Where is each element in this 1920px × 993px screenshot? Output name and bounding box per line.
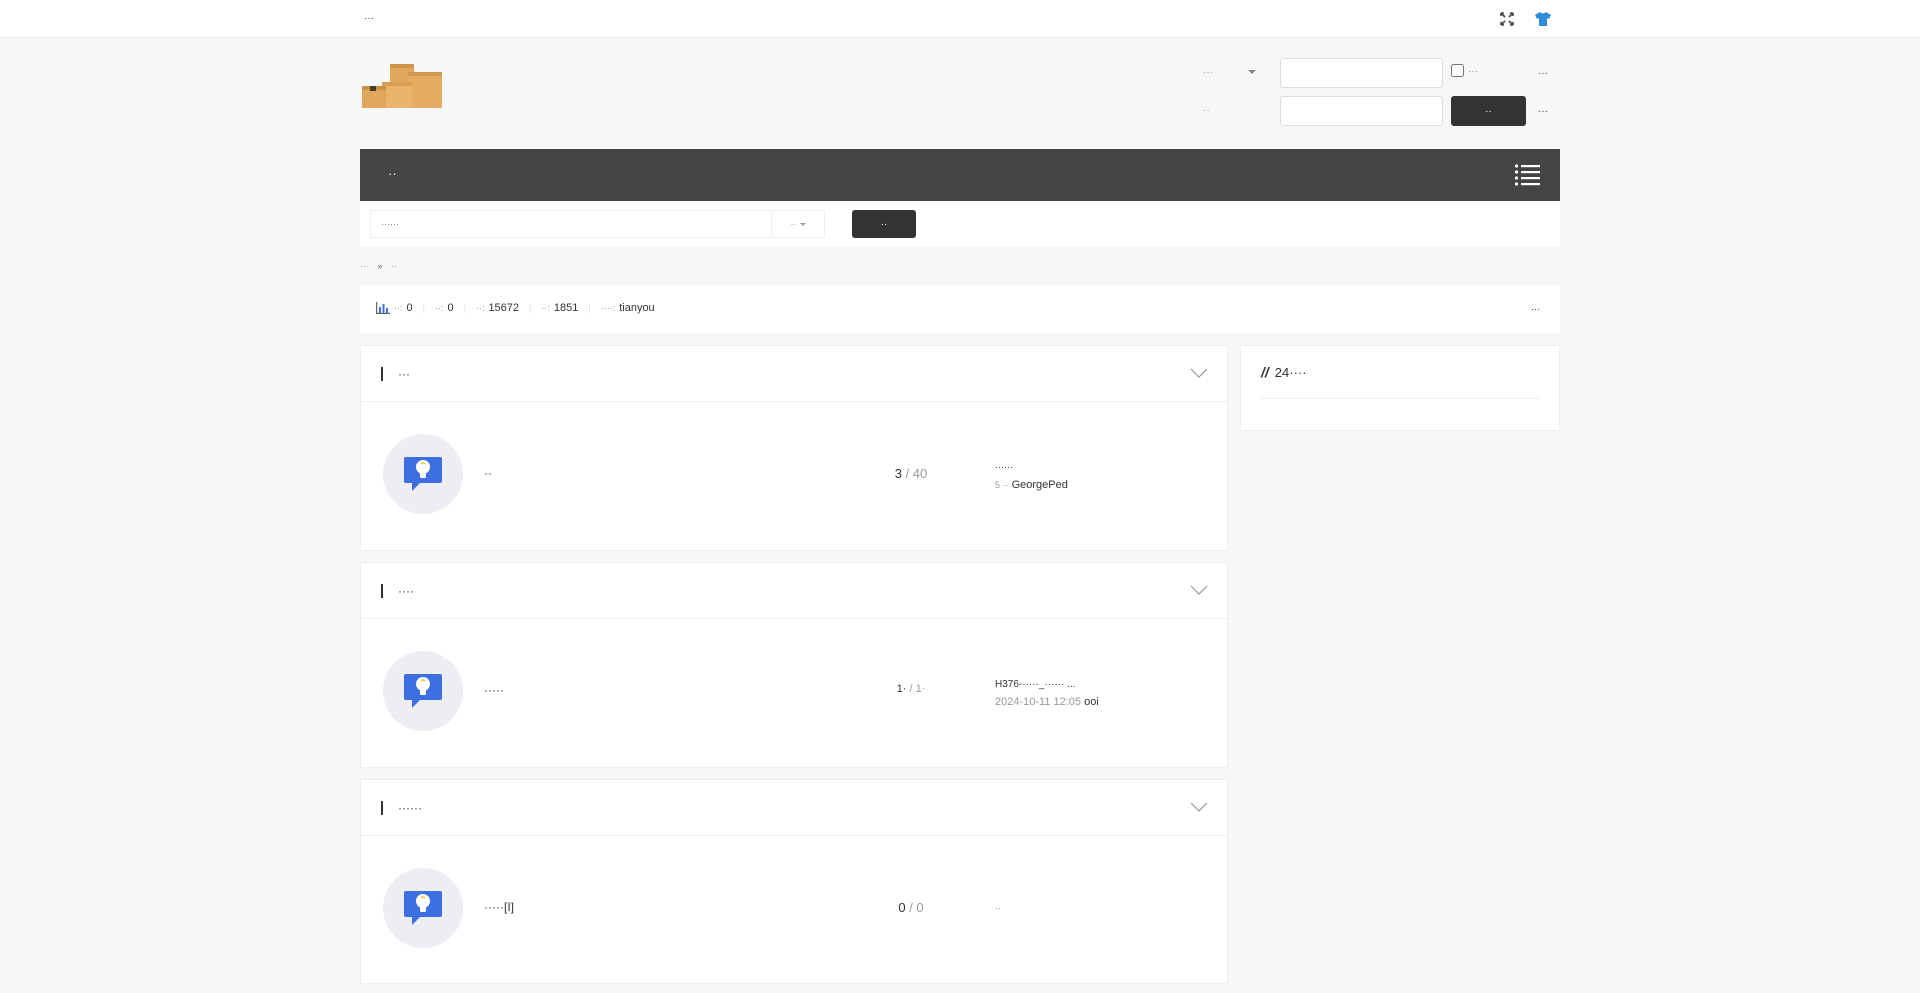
posts-label: ··:: [475, 303, 485, 313]
fullscreen-icon[interactable]: [1498, 10, 1516, 28]
search-input[interactable]: [370, 210, 770, 238]
category-block: ··· ·· 3 / 40 ······ 5 ·· GeorgePed: [360, 345, 1228, 551]
forum-name-link[interactable]: ··: [484, 466, 492, 480]
sidebar-title: // 24····: [1261, 364, 1307, 380]
main-nav: ··: [360, 149, 1560, 201]
search-bar: ·· ··: [360, 201, 1560, 247]
last-post-title-link[interactable]: H376-·····_······ ...: [995, 679, 1076, 690]
post-count: 1·: [915, 683, 926, 695]
category-header: ······: [361, 780, 1227, 836]
no-last-post: ··: [995, 903, 1001, 913]
forum-stats: ··: 0 | ··: 0 | ··: 15672 | ··: 1851 | ·…: [360, 285, 1560, 333]
category-title[interactable]: ····: [398, 584, 414, 598]
forum-bulb-icon[interactable]: [383, 434, 463, 514]
menu-icon[interactable]: [1514, 162, 1540, 188]
members-label: ··:: [541, 303, 550, 313]
category-title[interactable]: ······: [398, 801, 422, 815]
topic-post-counts: 1· / 1·: [896, 683, 926, 695]
chevron-down-icon[interactable]: [1189, 800, 1209, 814]
yesterday-value: 0: [447, 302, 454, 314]
topic-count: 1·: [896, 683, 907, 695]
forum-name-link[interactable]: ·····: [484, 683, 504, 697]
forum-bulb-icon[interactable]: [383, 651, 463, 731]
last-post-meta: 5 ·· GeorgePed: [995, 479, 1068, 491]
user-type-select[interactable]: ···: [1203, 67, 1213, 78]
breadcrumb: ··· » ··: [360, 261, 403, 271]
search-type-select[interactable]: ··: [771, 210, 825, 238]
posts-value: 15672: [488, 302, 520, 314]
newest-member-link[interactable]: tianyou: [619, 302, 654, 314]
search-button[interactable]: ··: [852, 210, 916, 238]
sidebar-title-text: 24····: [1274, 364, 1307, 380]
last-post-time: 5 ··: [995, 480, 1009, 490]
last-post-time: 2024-10-11 12:05: [995, 696, 1082, 708]
post-count: 40: [912, 466, 928, 481]
breadcrumb-separator: »: [377, 261, 383, 271]
nav-home-link[interactable]: ··: [388, 166, 397, 181]
members-value: 1851: [553, 302, 579, 314]
topic-count: 3: [894, 466, 902, 481]
site-logo[interactable]: [360, 60, 444, 110]
category-header: ···: [361, 346, 1227, 402]
today-value: 0: [406, 302, 413, 314]
last-post-user-link[interactable]: GeorgePed: [1012, 479, 1068, 491]
caret-down-icon: [799, 222, 806, 226]
category-block: ···· ····· 1· / 1· H376-·····_······ ...…: [360, 562, 1228, 768]
newest-member-label: ····:: [600, 303, 616, 313]
username-input[interactable]: [1280, 58, 1443, 88]
breadcrumb-home[interactable]: ···: [360, 261, 369, 271]
breadcrumb-current[interactable]: ··: [391, 261, 397, 271]
last-post-user-link[interactable]: ooi: [1084, 696, 1099, 708]
register-link[interactable]: ···: [1538, 106, 1548, 117]
sidebar-hot-panel: // 24····: [1240, 345, 1560, 431]
stats-chart-icon: [376, 302, 390, 314]
today-label: ··:: [394, 303, 403, 313]
login-button[interactable]: ··: [1451, 96, 1526, 126]
category-block: ······ ·····[I] 0 / 0 ··: [360, 779, 1228, 984]
theme-shirt-icon[interactable]: [1534, 10, 1552, 28]
forum-bulb-icon[interactable]: [383, 868, 463, 948]
search-type-label: ··: [790, 219, 797, 229]
topic-post-counts: 3 / 40: [894, 466, 928, 481]
chevron-down-icon[interactable]: [1189, 366, 1209, 380]
category-title[interactable]: ···: [398, 367, 410, 381]
post-count: 0: [916, 900, 924, 915]
password-label: ··: [1203, 105, 1210, 116]
yesterday-label: ··:: [434, 303, 444, 313]
chevron-down-icon[interactable]: [1189, 583, 1209, 597]
password-input[interactable]: [1280, 96, 1443, 126]
double-slash-icon: //: [1261, 364, 1269, 380]
last-post-meta: 2024-10-11 12:05 ooi: [995, 696, 1099, 708]
auto-login-link[interactable]: ···: [1538, 68, 1548, 79]
last-post-title-link[interactable]: ······: [995, 462, 1013, 472]
topic-count: 0: [898, 900, 906, 915]
site-label[interactable]: ···: [364, 13, 374, 24]
remember-label: ···: [1468, 66, 1478, 77]
forum-name-link[interactable]: ·····[I]: [484, 900, 514, 914]
category-header: ····: [361, 563, 1227, 619]
stats-right-link[interactable]: ···: [1531, 304, 1540, 314]
remember-checkbox[interactable]: [1451, 64, 1464, 77]
caret-down-icon[interactable]: [1248, 70, 1256, 74]
top-bar: ···: [0, 0, 1920, 38]
topic-post-counts: 0 / 0: [898, 900, 924, 915]
